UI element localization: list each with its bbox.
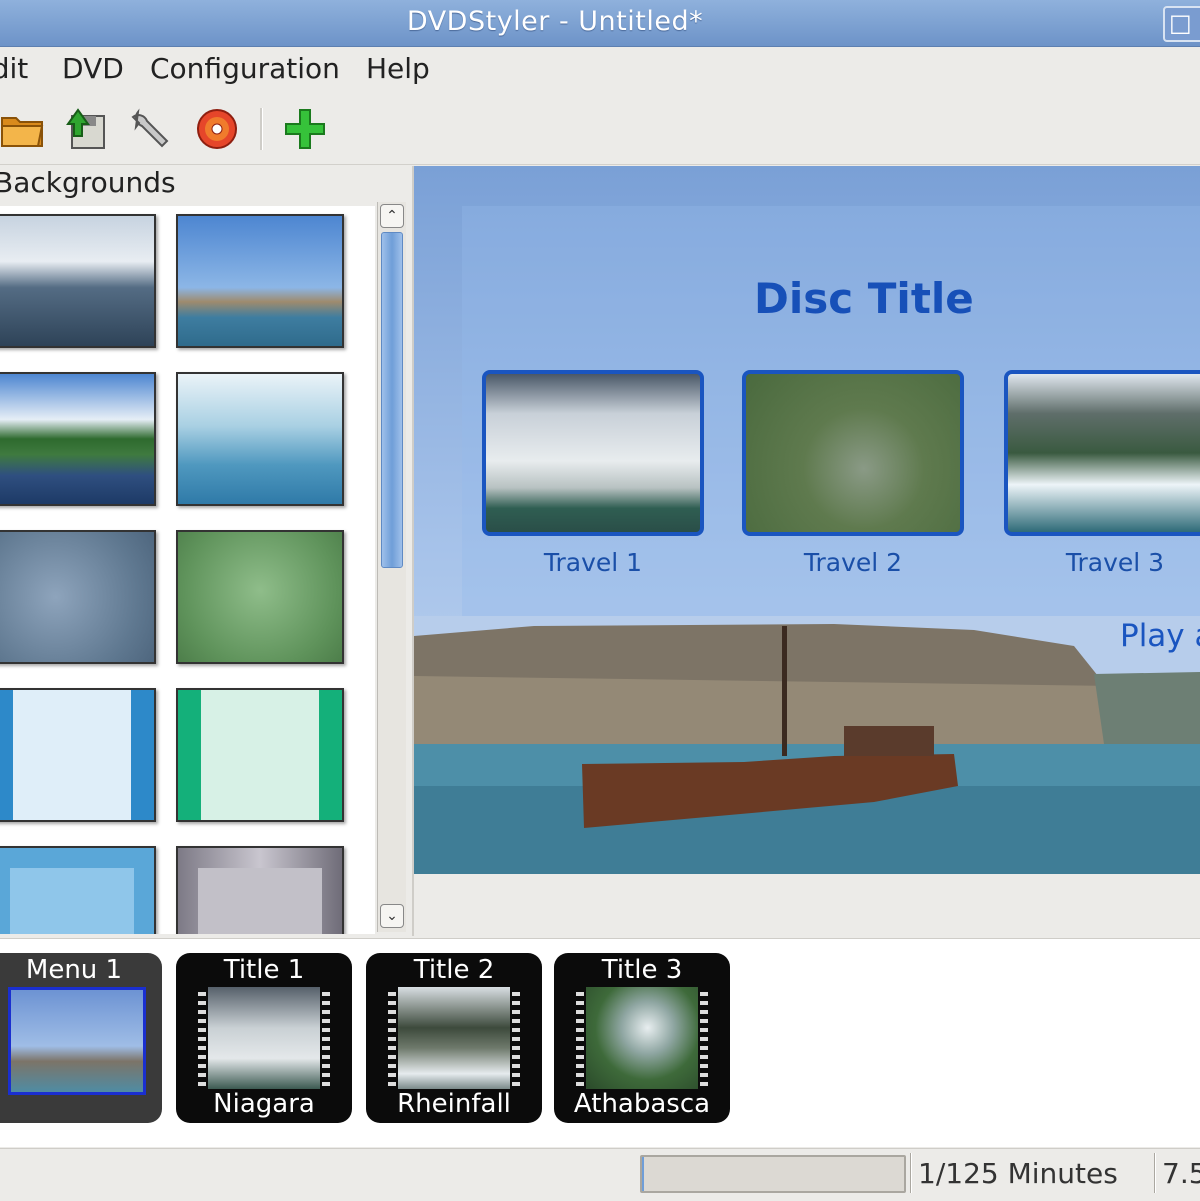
menu-button-thumb-3[interactable] [1004,370,1200,536]
menu-help[interactable]: Help [366,52,430,85]
titleset-item-label: Menu 1 [25,955,123,985]
background-thumb[interactable] [0,688,156,822]
title-thumbnail [208,987,320,1089]
scroll-up-button[interactable]: ⌃ [380,204,404,228]
status-divider [1154,1153,1156,1193]
title-bar: DVDStyler - Untitled* □ [0,0,1200,47]
titleset-manager: Menu 1 Title 1 Niagara Title 2 Rheinfall… [0,938,1200,1147]
film-strip [322,987,330,1089]
panel-title: Backgrounds [0,166,176,199]
scrollbar-thumb[interactable] [381,232,403,568]
size-readout: 7.5 [1162,1157,1200,1190]
titleset-item-sublabel: Rheinfall [397,1089,511,1119]
duration-readout: 1/125 Minutes [918,1157,1118,1190]
background-thumb[interactable] [0,214,156,348]
menu-bar: Edit DVD Configuration Help [0,47,1200,95]
titleset-item-sublabel: Athabasca [573,1089,711,1119]
background-thumb[interactable] [176,372,344,506]
film-strip [198,987,206,1089]
menu-button-thumb-2[interactable] [742,370,964,536]
film-strip [576,987,584,1089]
progress-fill [642,1157,645,1191]
settings-wrench-icon[interactable] [128,106,174,152]
titleset-item-label: Title 3 [601,955,683,985]
menu-edit[interactable]: Edit [0,52,28,85]
titleset-item-sublabel: Niagara [213,1089,315,1119]
title-thumbnail [586,987,698,1089]
disc-title[interactable]: Disc Title [754,274,974,323]
menu-button-label-2[interactable]: Travel 2 [742,548,964,577]
film-strip [700,987,708,1089]
background-thumb[interactable] [176,688,344,822]
toolbar-separator [260,108,263,150]
titleset-item-title-1[interactable]: Title 1 Niagara [176,953,352,1123]
backgrounds-panel: Backgrounds ⌃ ⌄ [0,166,414,936]
menu-button-label-1[interactable]: Travel 1 [482,548,704,577]
preview-margin [414,874,1200,936]
menu-button-thumb-1[interactable] [482,370,704,536]
titleset-item-title-2[interactable]: Title 2 Rheinfall [366,953,542,1123]
titleset-item-title-3[interactable]: Title 3 Athabasca [554,953,730,1123]
titleset-item-menu-1[interactable]: Menu 1 [0,953,162,1123]
title-thumbnail [398,987,510,1089]
titleset-item-label: Title 1 [223,955,305,985]
menu-configuration[interactable]: Configuration [150,52,340,85]
maximize-button[interactable]: □ [1163,6,1200,42]
save-icon[interactable] [64,106,110,152]
film-strip [388,987,396,1089]
toolbar [0,96,1200,165]
background-thumb[interactable] [0,846,156,934]
background-thumb[interactable] [176,846,344,934]
vertical-scrollbar[interactable]: ⌃ ⌄ [377,202,406,932]
status-bar: 1/125 Minutes 7.5 [0,1148,1200,1201]
play-all-button[interactable]: Play all [1120,618,1200,654]
burn-disc-icon[interactable] [194,106,240,152]
menu-background-image [414,616,1200,874]
titleset-item-label: Title 2 [413,955,495,985]
add-icon[interactable] [282,106,328,152]
disc-usage-progress [640,1155,906,1193]
background-thumb[interactable] [176,214,344,348]
scroll-down-button[interactable]: ⌄ [380,904,404,928]
background-thumb[interactable] [0,530,156,664]
menu-thumbnail [8,987,146,1095]
open-folder-icon[interactable] [0,106,46,152]
background-thumb[interactable] [176,530,344,664]
menu-dvd[interactable]: DVD [62,52,124,85]
background-thumb[interactable] [0,372,156,506]
status-divider [910,1153,912,1193]
film-strip [512,987,520,1089]
window-title: DVDStyler - Untitled* [406,6,704,37]
menu-preview-canvas[interactable]: Disc Title Travel 1 Travel 2 Travel 3 Pl… [414,166,1200,874]
menu-button-label-3[interactable]: Travel 3 [1004,548,1200,577]
backgrounds-grid [0,206,375,934]
